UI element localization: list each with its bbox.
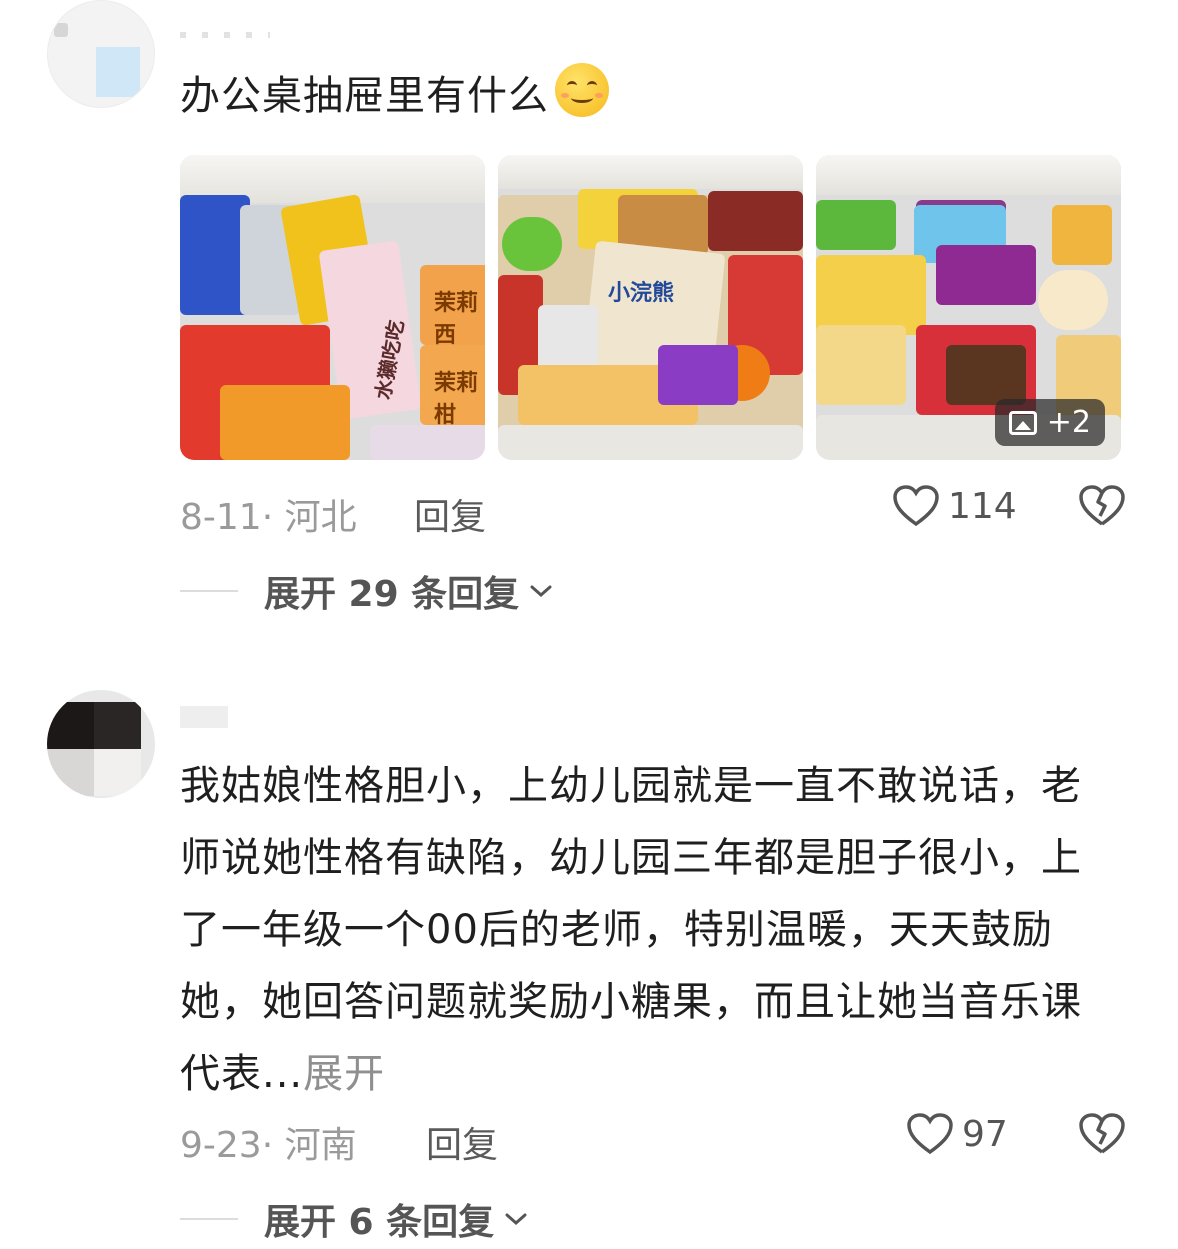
username-blurred[interactable]: [180, 706, 228, 728]
divider: [180, 590, 238, 592]
image-icon: [1008, 410, 1037, 435]
expand-replies-label: 展开 6 条回复: [264, 1202, 495, 1243]
photo-thumbnail[interactable]: +2: [816, 155, 1121, 460]
comment-text: 办公桌抽屉里有什么: [180, 60, 1100, 132]
broken-heart-icon: [1079, 485, 1125, 526]
dislike-button[interactable]: [1078, 484, 1126, 537]
avatar[interactable]: [47, 0, 155, 108]
expand-text-link[interactable]: 展开: [303, 1051, 385, 1097]
photo-thumbnail[interactable]: 茉莉西 茉莉柑 水獭吃吃: [180, 155, 485, 460]
more-photos-count: +2: [1046, 405, 1091, 440]
comment-text: 我姑娘性格胆小，上幼儿园就是一直不敢说话，老师说她性格有缺陷，幼儿园三年都是胆子…: [180, 750, 1100, 1110]
photo-grid: 茉莉西 茉莉柑 水獭吃吃 小浣熊 +2: [180, 155, 1122, 460]
avatar[interactable]: [47, 690, 155, 798]
snack-label: 小浣熊: [608, 281, 675, 306]
comment-item: 办公桌抽屉里有什么 茉莉西 茉莉柑 水獭吃吃 小浣熊 +2 8-11· 河北 回…: [0, 0, 1178, 640]
snack-label: 茉莉西: [434, 291, 479, 348]
like-count: 114: [948, 485, 1017, 527]
reply-button[interactable]: 回复: [414, 488, 486, 540]
comment-text-content: 我姑娘性格胆小，上幼儿园就是一直不敢说话，老师说她性格有缺陷，幼儿园三年都是胆子…: [180, 763, 1082, 1097]
like-count: 97: [962, 1113, 1008, 1155]
heart-outline-icon: [893, 485, 939, 527]
expand-replies-label: 展开 29 条回复: [264, 574, 520, 615]
comment-text-content: 办公桌抽屉里有什么: [180, 73, 549, 119]
dislike-button[interactable]: [1078, 1112, 1126, 1165]
heart-outline-icon: [907, 1113, 953, 1155]
smiling-face-icon: [555, 63, 609, 117]
reply-button[interactable]: 回复: [426, 1116, 498, 1168]
more-photos-badge[interactable]: +2: [994, 399, 1105, 446]
comment-meta: 8-11· 河北 回复 114: [180, 482, 1140, 538]
comment-item: 我姑娘性格胆小，上幼儿园就是一直不敢说话，老师说她性格有缺陷，幼儿园三年都是胆子…: [0, 690, 1178, 1249]
like-button[interactable]: 97: [906, 1112, 1008, 1156]
snack-label: 茉莉柑: [434, 371, 479, 428]
photo-thumbnail[interactable]: 小浣熊: [498, 155, 803, 460]
username-blurred[interactable]: [180, 32, 270, 38]
chevron-down-icon: [530, 585, 552, 598]
expand-replies-button[interactable]: 展开 6 条回复: [180, 1194, 528, 1244]
date-location: 8-11· 河北: [180, 497, 357, 538]
date-location: 9-23· 河南: [180, 1125, 357, 1166]
expand-replies-button[interactable]: 展开 29 条回复: [180, 566, 553, 616]
broken-heart-icon: [1079, 1113, 1125, 1154]
chevron-down-icon: [505, 1213, 527, 1226]
divider: [180, 1218, 238, 1220]
comment-meta: 9-23· 河南 回复 97: [180, 1110, 1140, 1166]
like-button[interactable]: 114: [892, 484, 1017, 528]
